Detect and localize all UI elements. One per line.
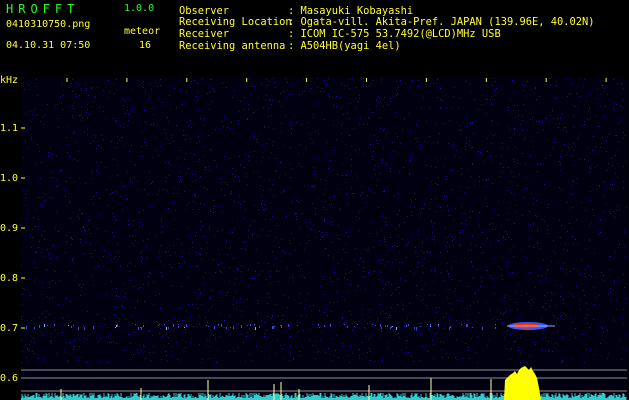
observer-label: Observer: [179, 5, 230, 17]
freq-tick: 1.1: [0, 123, 19, 134]
frequency-unit-label: kHz: [0, 75, 19, 86]
observer-value: : Masayuki Kobayashi: [288, 5, 414, 17]
antenna-label: Receiving antenna: [179, 40, 286, 52]
antenna-value: : A504HB(yagi 4el): [288, 40, 401, 52]
freq-tick: 1.0: [0, 173, 19, 184]
meteor-label: meteor: [124, 26, 161, 37]
meteor-count: 16: [139, 40, 152, 51]
spectrogram[interactable]: [21, 78, 627, 400]
freq-tick: 0.8: [0, 273, 19, 284]
location-value: : Ogata-vill. Akita-Pref. JAPAN (139.96E…: [288, 16, 595, 28]
app-version: 1.0.0: [124, 3, 155, 14]
file-name: 0410310750.png: [6, 19, 91, 30]
app-logo: HROFFT: [6, 2, 80, 16]
freq-tick: 0.6: [0, 373, 19, 384]
hrofft-window: { "app": { "logo": "HROFFT", "version": …: [0, 0, 629, 400]
date-time: 04.10.31 07:50: [6, 40, 91, 51]
receiver-label: Receiver: [179, 28, 230, 40]
freq-tick: 0.9: [0, 223, 19, 234]
receiver-value: : ICOM IC-575 53.7492(@LCD)MHz USB: [288, 28, 501, 40]
freq-tick: 0.7: [0, 323, 19, 334]
location-label: Receiving Location: [179, 16, 292, 28]
